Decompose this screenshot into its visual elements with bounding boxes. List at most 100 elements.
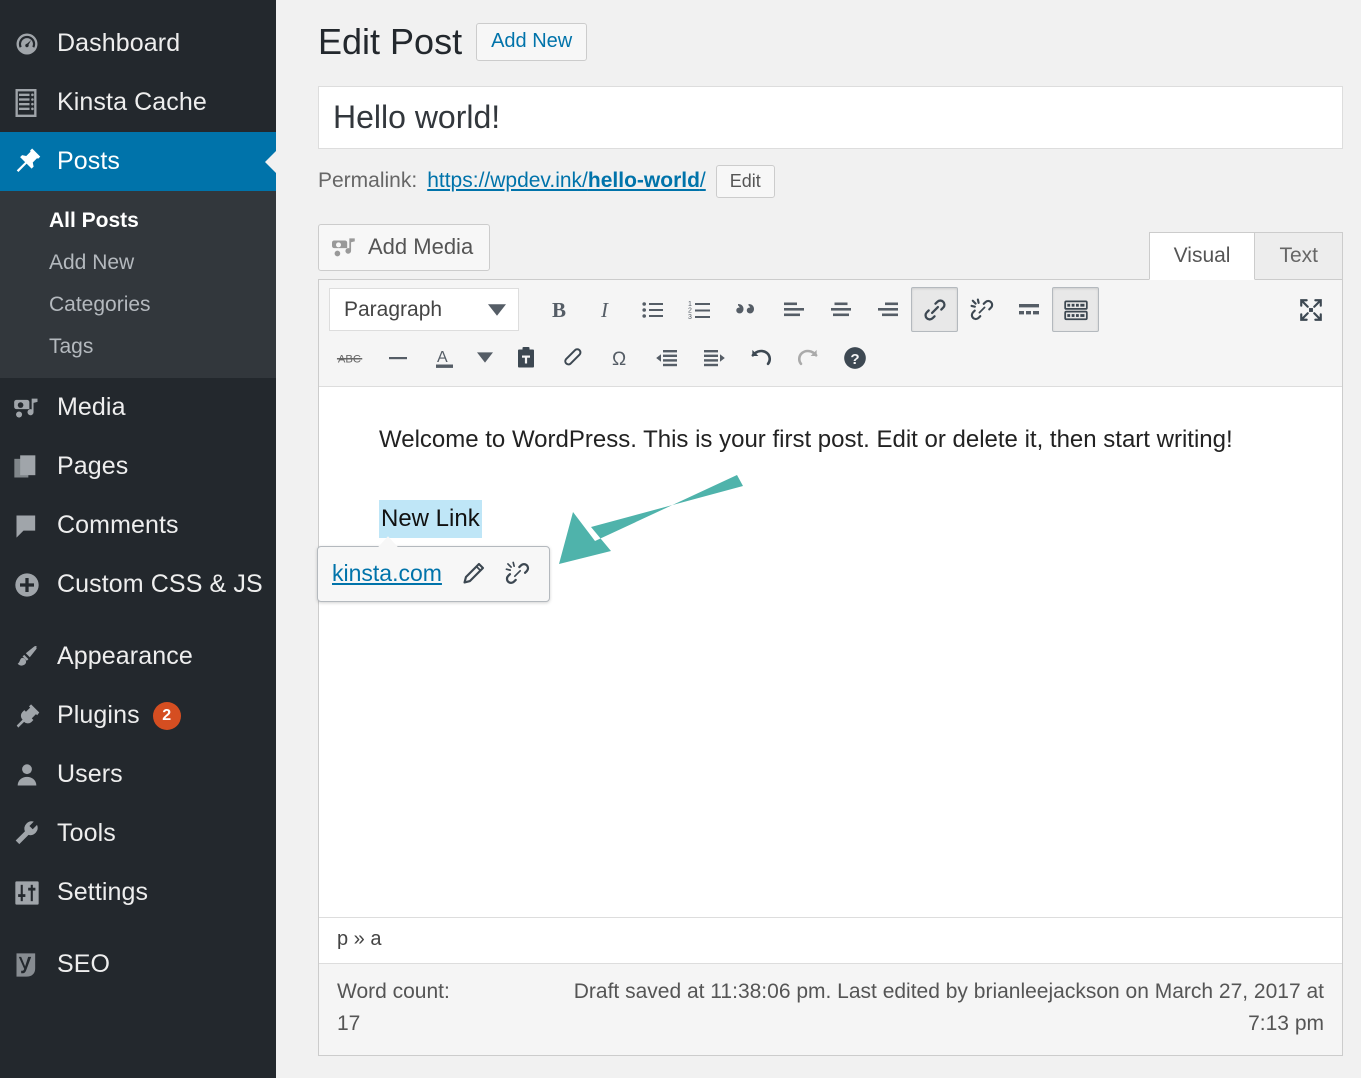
page-title: Edit Post: [318, 22, 462, 62]
sidebar-item-label: Custom CSS & JS: [57, 570, 263, 599]
sidebar-item-users[interactable]: Users: [0, 745, 276, 804]
align-left-icon: [782, 298, 806, 322]
sidebar-item-label: Plugins: [57, 701, 140, 730]
svg-text:?: ?: [850, 351, 859, 368]
plus-circle-icon: [13, 571, 57, 599]
horizontal-line-button[interactable]: [374, 335, 421, 380]
special-character-button[interactable]: Ω: [596, 335, 643, 380]
chevron-down-icon: [488, 304, 506, 316]
editor-status-bar: Word count: 17 Draft saved at 11:38:06 p…: [319, 963, 1342, 1055]
sidebar-item-kinsta-cache[interactable]: Kinsta Cache: [0, 73, 276, 132]
read-more-button[interactable]: [1005, 287, 1052, 332]
insert-link-button[interactable]: [911, 287, 958, 332]
text-color-button[interactable]: A: [421, 335, 468, 380]
sidebar-subitem-categories[interactable]: Categories: [0, 284, 276, 326]
sidebar-item-custom-css-js[interactable]: Custom CSS & JS: [0, 555, 276, 614]
numbered-list-icon: 1 2 3: [688, 298, 712, 322]
paste-as-text-button[interactable]: [502, 335, 549, 380]
svg-text:3: 3: [688, 314, 692, 321]
sidebar-item-posts[interactable]: Posts: [0, 132, 276, 191]
new-link-text[interactable]: New Link: [379, 500, 482, 538]
sidebar-item-settings[interactable]: Settings: [0, 863, 276, 922]
editor-box: Paragraph B I: [318, 279, 1343, 1056]
plug-icon: [13, 702, 57, 730]
editor-content-area[interactable]: Welcome to WordPress. This is your first…: [319, 387, 1342, 917]
redo-button[interactable]: [784, 335, 831, 380]
permalink-edit-button[interactable]: Edit: [716, 165, 775, 198]
pin-icon: [13, 147, 57, 177]
horizontal-line-icon: [386, 346, 410, 370]
paintbrush-icon: [13, 643, 57, 671]
permalink-suffix: /: [700, 169, 706, 192]
numbered-list-button[interactable]: 1 2 3: [676, 287, 723, 332]
sidebar-item-dashboard[interactable]: Dashboard: [0, 14, 276, 73]
text-color-icon: A: [433, 345, 457, 371]
clear-formatting-icon: [561, 346, 585, 370]
toolbar-row-1: Paragraph B I: [327, 286, 1334, 334]
align-left-button[interactable]: [770, 287, 817, 332]
italic-button[interactable]: I: [582, 287, 629, 332]
outdent-icon: [655, 346, 679, 370]
sidebar-divider-gap-2: [0, 922, 276, 935]
sidebar-item-pages[interactable]: Pages: [0, 437, 276, 496]
bulleted-list-icon: [641, 298, 665, 322]
svg-text:I: I: [600, 298, 609, 322]
editor-wrapper: Add Media Visual Text Paragraph: [318, 224, 1343, 1056]
yoast-seo-icon: [13, 951, 57, 979]
permalink-row: Permalink: https://wpdev.ink/hello-world…: [318, 165, 1343, 198]
tab-text[interactable]: Text: [1255, 232, 1343, 280]
indent-button[interactable]: [690, 335, 737, 380]
strikethrough-icon: ABC: [336, 347, 366, 369]
format-select-value: Paragraph: [344, 298, 442, 322]
sidebar-item-tools[interactable]: Tools: [0, 804, 276, 863]
strikethrough-button[interactable]: ABC: [327, 335, 374, 380]
clear-formatting-button[interactable]: [549, 335, 596, 380]
bulleted-list-button[interactable]: [629, 287, 676, 332]
save-note: Draft saved at 11:38:06 pm. Last edited …: [547, 976, 1324, 1041]
media-icon: [332, 234, 358, 260]
post-body-paragraph: Welcome to WordPress. This is your first…: [379, 417, 1239, 463]
bold-icon: B: [547, 298, 571, 322]
admin-sidebar: Dashboard Kinsta Cache Posts: [0, 0, 276, 1078]
sidebar-subitem-all-posts[interactable]: All Posts: [0, 200, 276, 242]
svg-text:A: A: [437, 349, 448, 366]
add-media-label: Add Media: [368, 234, 473, 260]
toolbar-toggle-button[interactable]: [1052, 287, 1099, 332]
format-select[interactable]: Paragraph: [329, 288, 519, 331]
keyboard-shortcuts-button[interactable]: ?: [831, 335, 878, 380]
svg-text:Ω: Ω: [612, 349, 626, 370]
align-center-button[interactable]: [817, 287, 864, 332]
editor-toolbar: Paragraph B I: [319, 280, 1342, 387]
sidebar-item-seo[interactable]: SEO: [0, 935, 276, 994]
outdent-button[interactable]: [643, 335, 690, 380]
sidebar-subitem-add-new[interactable]: Add New: [0, 242, 276, 284]
permalink-slug: hello-world: [588, 169, 700, 192]
post-title-input[interactable]: [318, 86, 1343, 149]
sidebar-subitem-tags[interactable]: Tags: [0, 326, 276, 368]
fullscreen-button[interactable]: [1287, 287, 1334, 332]
add-new-button[interactable]: Add New: [476, 23, 587, 61]
page-header: Edit Post Add New: [318, 22, 1343, 62]
align-right-button[interactable]: [864, 287, 911, 332]
sidebar-item-appearance[interactable]: Appearance: [0, 627, 276, 686]
sidebar-item-comments[interactable]: Comments: [0, 496, 276, 555]
pencil-icon[interactable]: [460, 561, 486, 587]
sidebar-item-label: SEO: [57, 950, 110, 979]
undo-button[interactable]: [737, 335, 784, 380]
permalink-url[interactable]: https://wpdev.ink/hello-world/: [427, 169, 706, 193]
unlink-icon[interactable]: [504, 560, 531, 587]
unlink-button[interactable]: [958, 287, 1005, 332]
sidebar-item-media[interactable]: Media: [0, 378, 276, 437]
text-color-dropdown-icon: [477, 352, 493, 363]
sidebar-item-plugins[interactable]: Plugins 2: [0, 686, 276, 745]
add-media-button[interactable]: Add Media: [318, 224, 490, 271]
link-popup-url[interactable]: kinsta.com: [332, 560, 442, 587]
user-icon: [13, 761, 57, 789]
word-count-label: Word count:: [337, 980, 450, 1003]
blockquote-button[interactable]: [723, 287, 770, 332]
tab-visual[interactable]: Visual: [1149, 232, 1256, 280]
text-color-dropdown-button[interactable]: [468, 335, 502, 380]
plugins-update-badge: 2: [153, 702, 181, 730]
bold-button[interactable]: B: [535, 287, 582, 332]
server-icon: [13, 89, 57, 117]
